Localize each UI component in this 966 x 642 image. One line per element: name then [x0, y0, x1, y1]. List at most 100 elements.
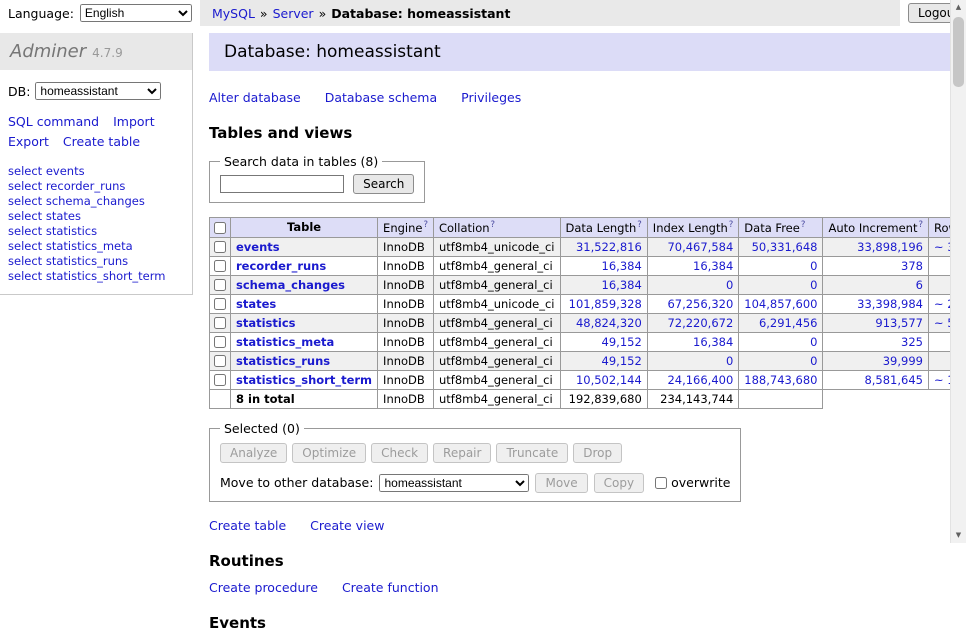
- check-button[interactable]: Check: [371, 443, 428, 463]
- auto-increment-link[interactable]: 39,999: [883, 354, 923, 368]
- data-length-link[interactable]: 49,152: [602, 335, 642, 349]
- sidebar-action-link-sql-command[interactable]: SQL command: [8, 114, 99, 129]
- table-name-link[interactable]: schema_changes: [236, 278, 345, 292]
- link-create-table[interactable]: Create table: [209, 518, 286, 533]
- auto-increment-link[interactable]: 378: [901, 259, 923, 273]
- row-checkbox[interactable]: [214, 260, 226, 272]
- row-checkbox[interactable]: [214, 317, 226, 329]
- search-input[interactable]: [220, 175, 344, 193]
- column-help-link[interactable]: ?: [918, 220, 923, 230]
- sidebar-table-link[interactable]: select recorder_runs: [8, 179, 125, 193]
- row-checkbox[interactable]: [214, 374, 226, 386]
- selected-fieldset: Selected (0) AnalyzeOptimizeCheckRepairT…: [209, 421, 741, 502]
- column-help-link[interactable]: ?: [801, 220, 806, 230]
- column-help-link[interactable]: ?: [637, 220, 642, 230]
- data-free-link[interactable]: 50,331,648: [752, 240, 818, 254]
- sidebar-table-link[interactable]: select statistics: [8, 224, 97, 238]
- index-length-link[interactable]: 70,467,584: [667, 240, 733, 254]
- data-free-link[interactable]: 6,291,456: [759, 316, 818, 330]
- data-length-cell: 16,384: [560, 275, 647, 294]
- move-button[interactable]: Move: [535, 473, 587, 493]
- data-free-link[interactable]: 0: [810, 354, 817, 368]
- data-length-link[interactable]: 101,859,328: [569, 297, 642, 311]
- row-checkbox[interactable]: [214, 241, 226, 253]
- data-length-link[interactable]: 48,824,320: [576, 316, 642, 330]
- data-length-link[interactable]: 31,522,816: [576, 240, 642, 254]
- nav-link-database-schema[interactable]: Database schema: [325, 90, 437, 105]
- scrollbar-down-arrow[interactable]: ▼: [951, 528, 966, 543]
- sidebar-action-link-create-table[interactable]: Create table: [63, 134, 140, 149]
- sidebar-table-link[interactable]: select states: [8, 209, 81, 223]
- column-header-data-free: Data Free?: [739, 218, 823, 238]
- vertical-scrollbar[interactable]: ▲ ▼: [950, 0, 966, 543]
- row-checkbox[interactable]: [214, 279, 226, 291]
- sidebar-action-link-import[interactable]: Import: [113, 114, 155, 129]
- select-all-checkbox[interactable]: [214, 222, 226, 234]
- row-checkbox[interactable]: [214, 336, 226, 348]
- row-checkbox[interactable]: [214, 298, 226, 310]
- sidebar-table-link[interactable]: select statistics_runs: [8, 254, 128, 268]
- sidebar-action-link-export[interactable]: Export: [8, 134, 49, 149]
- data-free-link[interactable]: 0: [810, 259, 817, 273]
- auto-increment-link[interactable]: 33,398,984: [857, 297, 923, 311]
- optimize-button[interactable]: Optimize: [292, 443, 366, 463]
- link-create-function[interactable]: Create function: [342, 580, 439, 595]
- data-length-link[interactable]: 49,152: [602, 354, 642, 368]
- auto-increment-link[interactable]: 8,581,645: [864, 373, 923, 387]
- table-name-link[interactable]: states: [236, 297, 276, 311]
- analyze-button[interactable]: Analyze: [220, 443, 287, 463]
- search-button[interactable]: Search: [353, 174, 414, 194]
- sidebar-table-link[interactable]: select statistics_short_term: [8, 269, 165, 283]
- sidebar-table-link[interactable]: select statistics_meta: [8, 239, 133, 253]
- index-length-link[interactable]: 16,384: [693, 259, 733, 273]
- data-free-link[interactable]: 188,743,680: [744, 373, 817, 387]
- table-name-link[interactable]: recorder_runs: [236, 259, 326, 273]
- auto-increment-link[interactable]: 325: [901, 335, 923, 349]
- breadcrumb-link-mysql[interactable]: MySQL: [212, 6, 255, 21]
- link-create-view[interactable]: Create view: [310, 518, 384, 533]
- index-length-link[interactable]: 16,384: [693, 335, 733, 349]
- truncate-button[interactable]: Truncate: [496, 443, 568, 463]
- repair-button[interactable]: Repair: [433, 443, 491, 463]
- index-length-link[interactable]: 0: [726, 278, 733, 292]
- move-db-select[interactable]: homeassistant: [379, 474, 529, 492]
- index-length-cell: 70,467,584: [647, 237, 739, 256]
- table-name-link[interactable]: statistics_meta: [236, 335, 334, 349]
- index-length-link[interactable]: 72,220,672: [667, 316, 733, 330]
- column-help-link[interactable]: ?: [729, 220, 734, 230]
- routines-heading: Routines: [209, 552, 966, 570]
- db-select[interactable]: homeassistant: [35, 82, 161, 100]
- column-help-link[interactable]: ?: [423, 220, 428, 230]
- table-name-link[interactable]: events: [236, 240, 280, 254]
- nav-link-privileges[interactable]: Privileges: [461, 90, 521, 105]
- index-length-link[interactable]: 0: [726, 354, 733, 368]
- table-name-link[interactable]: statistics: [236, 316, 296, 330]
- row-checkbox[interactable]: [214, 355, 226, 367]
- auto-increment-link[interactable]: 913,577: [875, 316, 923, 330]
- column-help-link[interactable]: ?: [491, 220, 496, 230]
- table-name-link[interactable]: statistics_runs: [236, 354, 330, 368]
- overwrite-checkbox[interactable]: [655, 477, 667, 489]
- drop-button[interactable]: Drop: [573, 443, 622, 463]
- copy-button[interactable]: Copy: [594, 473, 644, 493]
- sidebar-table-link[interactable]: select events: [8, 164, 85, 178]
- table-name-link[interactable]: statistics_short_term: [236, 373, 372, 387]
- index-length-link[interactable]: 67,256,320: [667, 297, 733, 311]
- data-free-link[interactable]: 0: [810, 335, 817, 349]
- data-free-link[interactable]: 104,857,600: [744, 297, 817, 311]
- data-length-link[interactable]: 16,384: [602, 278, 642, 292]
- data-length-link[interactable]: 16,384: [602, 259, 642, 273]
- link-create-procedure[interactable]: Create procedure: [209, 580, 318, 595]
- auto-increment-link[interactable]: 33,898,196: [857, 240, 923, 254]
- scrollbar-thumb[interactable]: [953, 17, 964, 87]
- breadcrumb-link-server[interactable]: Server: [273, 6, 314, 21]
- scrollbar-up-arrow[interactable]: ▲: [951, 0, 966, 15]
- index-length-link[interactable]: 24,166,400: [667, 373, 733, 387]
- nav-link-alter-database[interactable]: Alter database: [209, 90, 301, 105]
- language-select[interactable]: English: [80, 4, 192, 22]
- table-name-cell: states: [231, 294, 378, 313]
- data-free-link[interactable]: 0: [810, 278, 817, 292]
- sidebar-table-link[interactable]: select schema_changes: [8, 194, 145, 208]
- auto-increment-link[interactable]: 6: [916, 278, 923, 292]
- data-length-link[interactable]: 10,502,144: [576, 373, 642, 387]
